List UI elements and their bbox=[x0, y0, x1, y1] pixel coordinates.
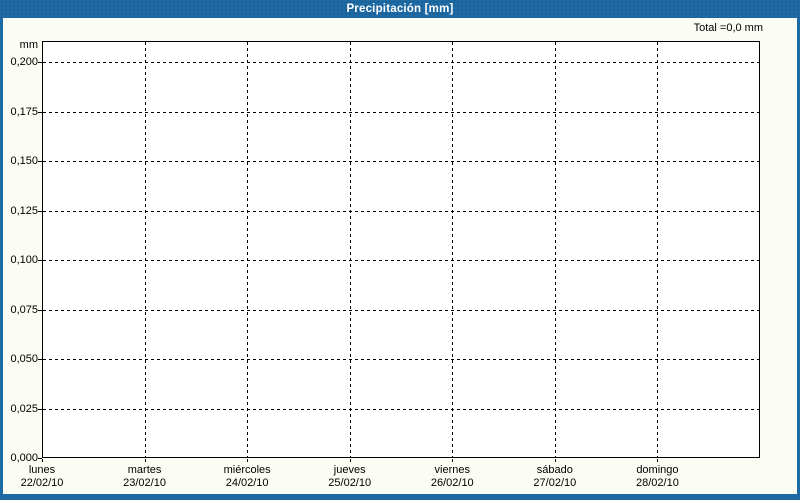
h-gridline bbox=[43, 260, 759, 261]
y-tick-label: 0,000 bbox=[10, 452, 38, 464]
y-tick-label: 0,150 bbox=[10, 155, 38, 167]
x-day-date: 24/02/10 bbox=[225, 477, 269, 489]
y-tick-label: 0,075 bbox=[10, 303, 38, 316]
x-day-name: sábado bbox=[536, 464, 573, 476]
h-gridline bbox=[43, 408, 759, 410]
x-day-name: domingo bbox=[636, 464, 679, 476]
x-day-label: sábado 27/02/10 bbox=[504, 464, 606, 490]
x-tick-mark bbox=[247, 459, 248, 462]
x-tick-mark bbox=[350, 459, 351, 462]
y-axis-unit: mm bbox=[19, 39, 38, 51]
x-day-label: lunes 22/02/10 bbox=[0, 464, 93, 490]
x-day-name: viernes bbox=[434, 464, 471, 476]
x-day-label: miércoles 24/02/10 bbox=[196, 464, 298, 490]
x-day-date: 23/02/10 bbox=[123, 477, 166, 489]
h-gridline bbox=[43, 309, 759, 311]
v-gridline bbox=[554, 42, 556, 457]
x-day-name: martes bbox=[127, 464, 162, 476]
x-tick-mark bbox=[42, 459, 43, 462]
x-day-date: 27/02/10 bbox=[533, 477, 577, 489]
chart-title-bar: Precipitación [mm] bbox=[0, 0, 800, 18]
x-day-label: viernes 26/02/10 bbox=[401, 464, 503, 490]
x-day-label: domingo 28/02/10 bbox=[606, 464, 708, 490]
y-tick-mark bbox=[38, 210, 42, 212]
x-tick-mark bbox=[657, 459, 658, 462]
x-day-date: 28/02/10 bbox=[636, 477, 679, 489]
x-day-name: lunes bbox=[28, 464, 56, 476]
v-gridline bbox=[452, 42, 454, 457]
x-day-date: 26/02/10 bbox=[430, 477, 474, 489]
v-gridline bbox=[144, 42, 146, 457]
frame-border-bottom bbox=[0, 494, 800, 500]
x-day-name: miércoles bbox=[223, 464, 271, 476]
y-tick-mark bbox=[38, 62, 42, 63]
y-tick-mark bbox=[38, 359, 42, 360]
y-tick-mark bbox=[38, 309, 42, 311]
y-tick-label: 0,100 bbox=[10, 254, 38, 266]
x-day-date: 22/02/10 bbox=[20, 477, 64, 489]
y-tick-mark bbox=[38, 260, 42, 261]
x-tick-mark bbox=[452, 459, 453, 462]
h-gridline bbox=[43, 62, 759, 63]
x-tick-mark bbox=[145, 459, 146, 462]
v-gridline bbox=[247, 42, 249, 457]
h-gridline bbox=[43, 210, 759, 212]
h-gridline bbox=[43, 359, 759, 360]
y-tick-label: 0,200 bbox=[10, 56, 38, 68]
x-day-name: jueves bbox=[333, 464, 366, 476]
y-tick-label: 0,050 bbox=[10, 353, 38, 365]
y-tick-label: 0,025 bbox=[10, 402, 38, 415]
v-gridline bbox=[657, 42, 659, 457]
h-gridline bbox=[43, 161, 759, 162]
total-label: Total =0,0 mm bbox=[693, 22, 763, 34]
x-day-date: 25/02/10 bbox=[328, 477, 372, 489]
x-day-label: martes 23/02/10 bbox=[94, 464, 196, 490]
h-gridline bbox=[43, 111, 759, 113]
x-day-label: jueves 25/02/10 bbox=[299, 464, 401, 490]
y-tick-label: 0,175 bbox=[10, 105, 38, 118]
y-tick-mark bbox=[38, 111, 42, 113]
chart-title: Precipitación [mm] bbox=[346, 3, 454, 15]
y-tick-mark bbox=[38, 161, 42, 162]
v-gridline bbox=[349, 42, 351, 457]
x-tick-mark bbox=[555, 459, 556, 462]
y-tick-label: 0,125 bbox=[10, 204, 38, 217]
y-tick-mark bbox=[38, 408, 42, 410]
plot-area bbox=[42, 41, 760, 458]
chart-window: Precipitación [mm] Total =0,0 mm mm 0,20… bbox=[0, 0, 800, 500]
